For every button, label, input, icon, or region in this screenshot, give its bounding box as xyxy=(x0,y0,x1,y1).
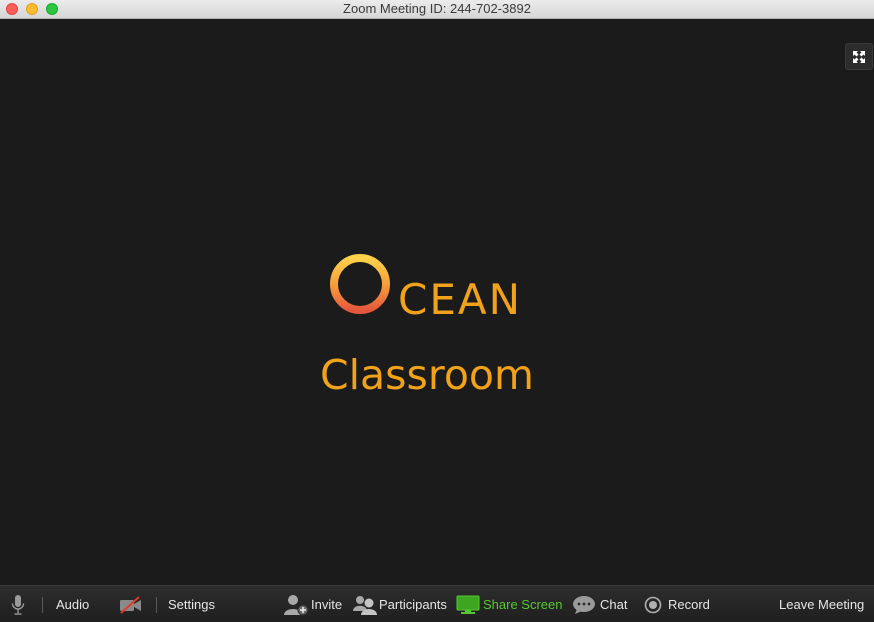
record-button[interactable]: Record xyxy=(644,586,710,622)
toolbar-separator xyxy=(42,597,43,613)
logo-ring-icon xyxy=(330,254,390,314)
audio-button[interactable]: Audio xyxy=(56,586,89,622)
logo-subtitle: Classroom xyxy=(320,351,534,399)
share-screen-label: Share Screen xyxy=(483,597,563,612)
ocean-classroom-logo: CEAN Classroom xyxy=(320,251,560,401)
settings-label: Settings xyxy=(168,597,215,612)
share-screen-icon xyxy=(456,595,480,614)
fullscreen-icon xyxy=(853,50,865,63)
participants-label: Participants xyxy=(379,597,447,612)
chat-button[interactable]: Chat xyxy=(572,586,627,622)
toolbar-separator xyxy=(156,597,157,613)
video-off-icon xyxy=(120,595,141,614)
logo-word: CEAN xyxy=(398,275,523,324)
start-video-button[interactable] xyxy=(119,586,143,622)
record-label: Record xyxy=(668,597,710,612)
meeting-toolbar: Audio Settings Invite Participants Share… xyxy=(0,585,874,622)
window-title: Zoom Meeting ID: 244-702-3892 xyxy=(343,1,531,16)
audio-label: Audio xyxy=(56,597,90,612)
record-icon xyxy=(644,596,662,613)
participants-button[interactable]: Participants xyxy=(352,586,447,622)
leave-meeting-button[interactable]: Leave Meeting xyxy=(779,586,864,622)
title-bar: Zoom Meeting ID: 244-702-3892 xyxy=(0,0,874,19)
mute-button[interactable] xyxy=(10,586,26,622)
invite-button[interactable]: Invite xyxy=(283,586,342,622)
invite-label: Invite xyxy=(311,597,343,612)
zoom-window: Zoom Meeting ID: 244-702-3892 CEAN Class… xyxy=(0,0,874,622)
mic-icon xyxy=(11,594,25,615)
chat-label: Chat xyxy=(600,597,628,612)
participants-icon xyxy=(353,595,377,615)
settings-button[interactable]: Settings xyxy=(168,586,215,622)
fullscreen-button[interactable] xyxy=(845,43,873,70)
invite-icon xyxy=(284,594,309,615)
chat-icon xyxy=(573,595,595,614)
leave-meeting-label: Leave Meeting xyxy=(779,597,865,612)
share-screen-button[interactable]: Share Screen xyxy=(456,586,563,622)
video-area: CEAN Classroom xyxy=(0,19,874,585)
